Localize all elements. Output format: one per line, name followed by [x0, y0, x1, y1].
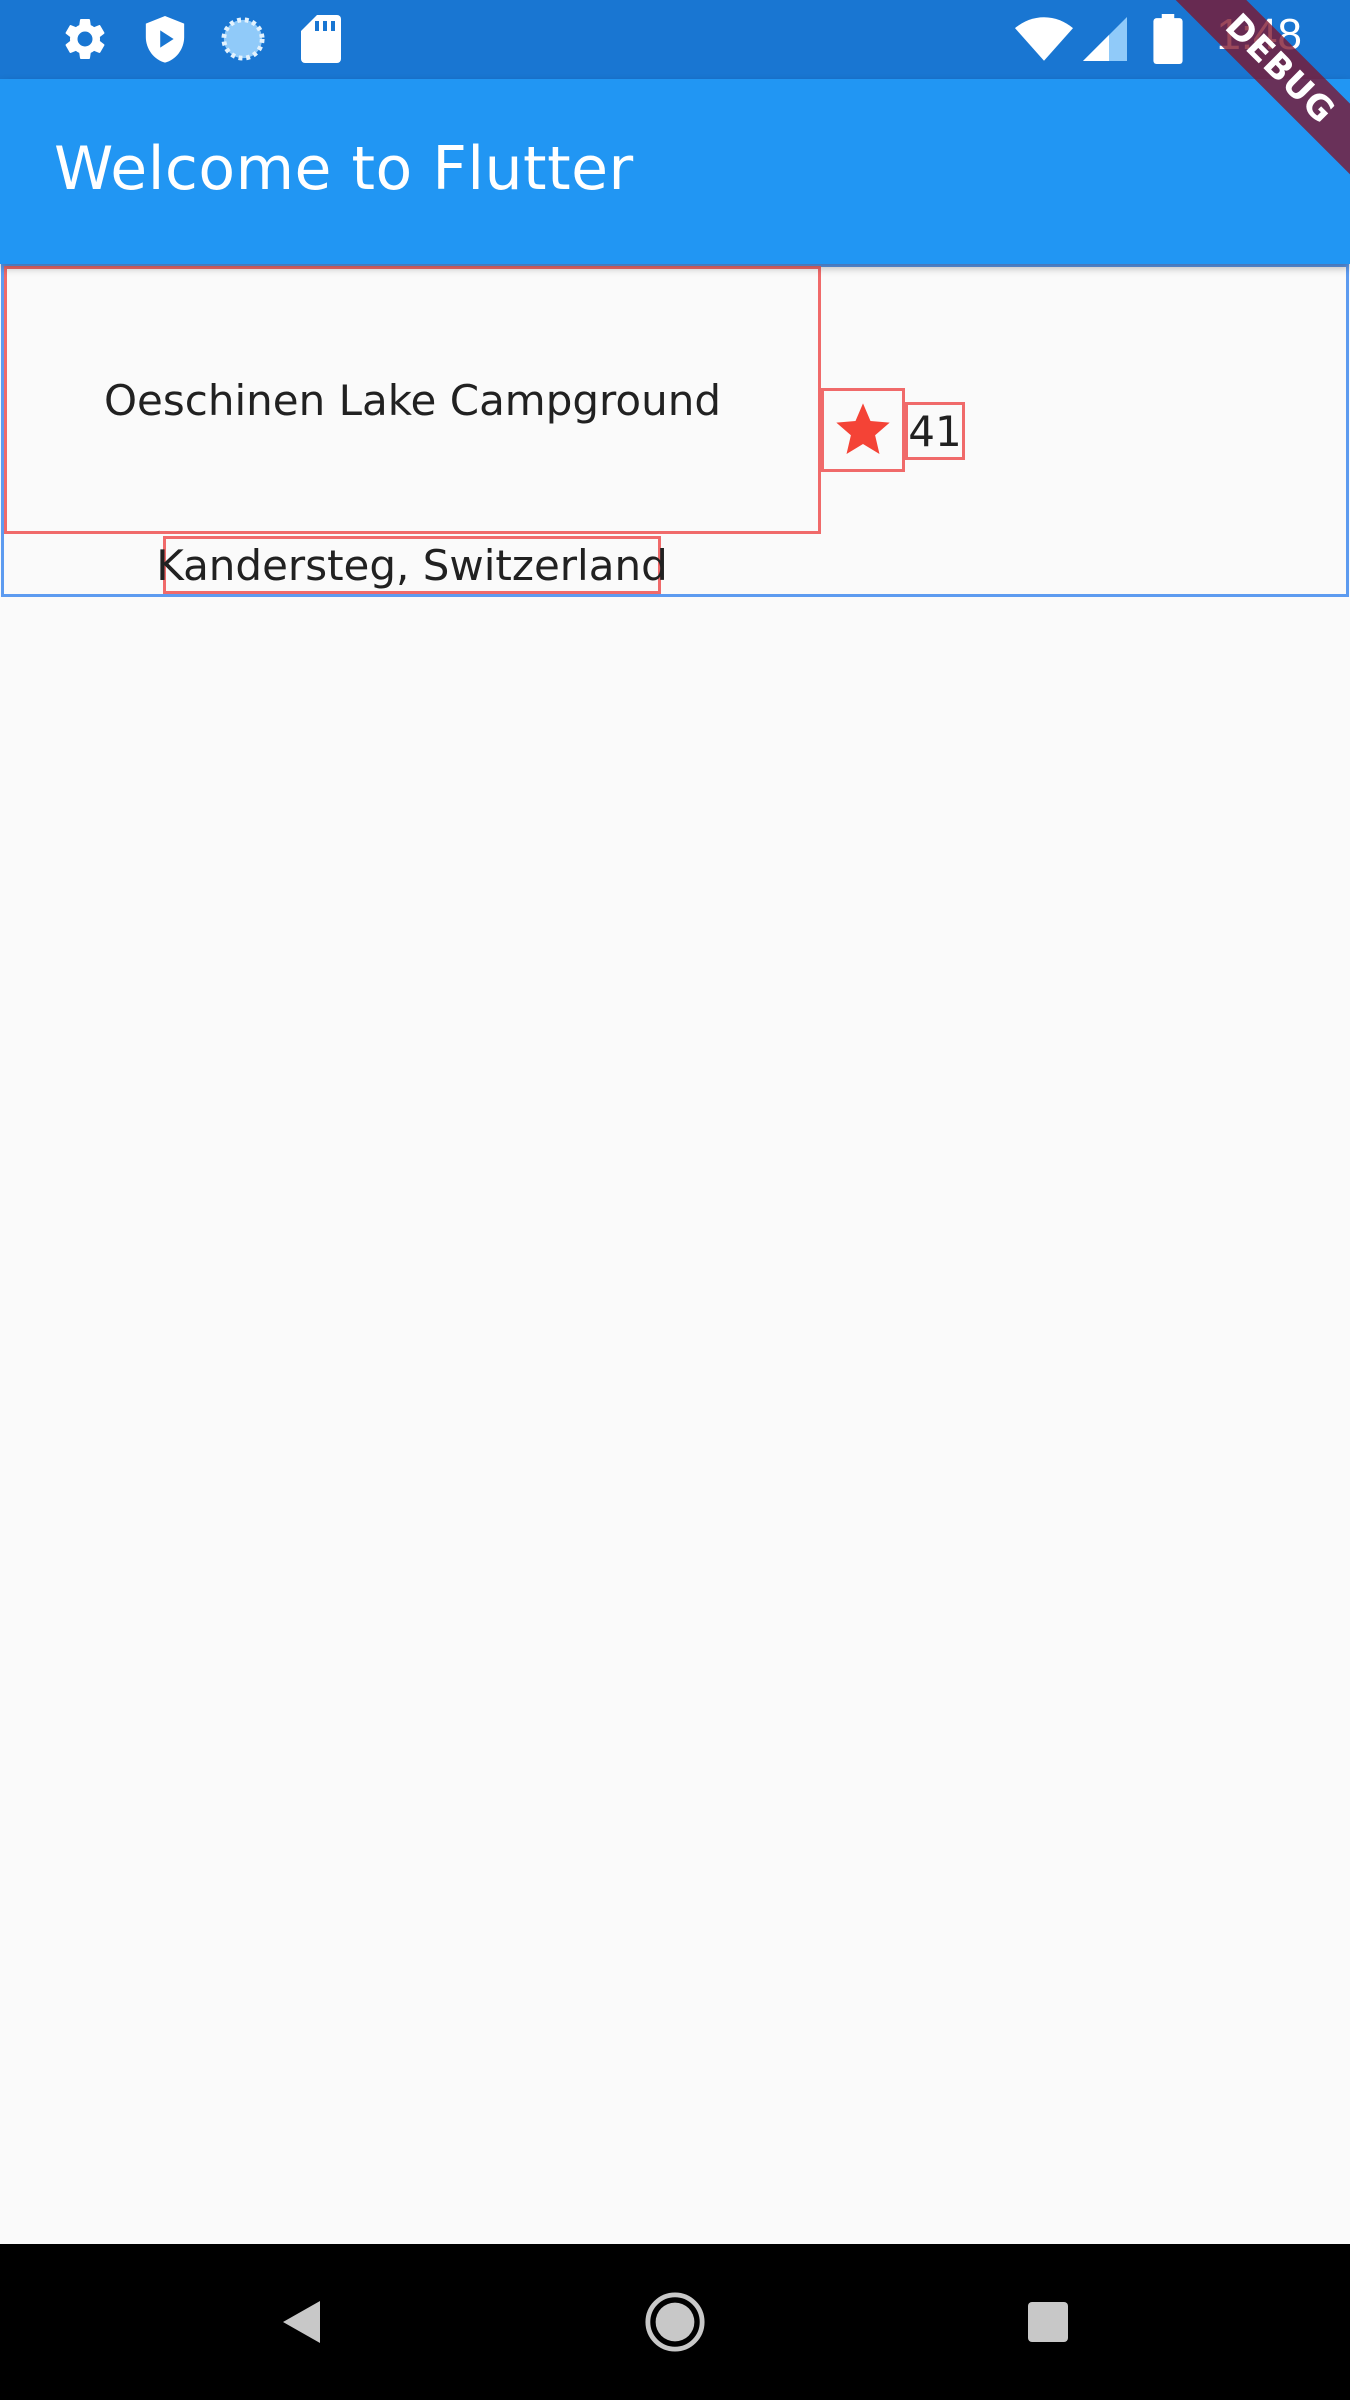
- recents-icon: [1028, 2302, 1068, 2342]
- navigation-bar: [0, 2244, 1350, 2400]
- home-icon: [645, 2292, 705, 2352]
- shield-play-icon: [138, 14, 192, 64]
- sd-card-icon: [296, 14, 346, 64]
- cellular-signal-icon: [1080, 14, 1130, 64]
- title-container: Oeschinen Lake Campground: [4, 266, 821, 534]
- location-title: Oeschinen Lake Campground: [104, 375, 721, 425]
- wifi-icon: [1012, 14, 1076, 64]
- subtitle-container: Kandersteg, Switzerland: [156, 536, 668, 594]
- settings-icon: [58, 14, 112, 64]
- battery-icon: [1150, 14, 1186, 64]
- location-subtitle: Kandersteg, Switzerland: [156, 540, 668, 590]
- star-icon: [836, 403, 890, 454]
- back-icon: [283, 2301, 320, 2343]
- back-button[interactable]: [222, 2244, 382, 2400]
- favorite-button[interactable]: [821, 388, 905, 472]
- recents-button[interactable]: [968, 2244, 1128, 2400]
- favorite-count: 41: [908, 406, 962, 456]
- page-title: Welcome to Flutter: [54, 134, 634, 204]
- favorite-count-container: 41: [905, 402, 965, 460]
- loading-circle-icon: [216, 14, 270, 64]
- app-bar: Welcome to Flutter: [0, 79, 1350, 264]
- content-area: Oeschinen Lake Campground Kandersteg, Sw…: [0, 264, 1350, 2244]
- status-bar: 1:48: [0, 0, 1350, 79]
- home-button[interactable]: [595, 2244, 755, 2400]
